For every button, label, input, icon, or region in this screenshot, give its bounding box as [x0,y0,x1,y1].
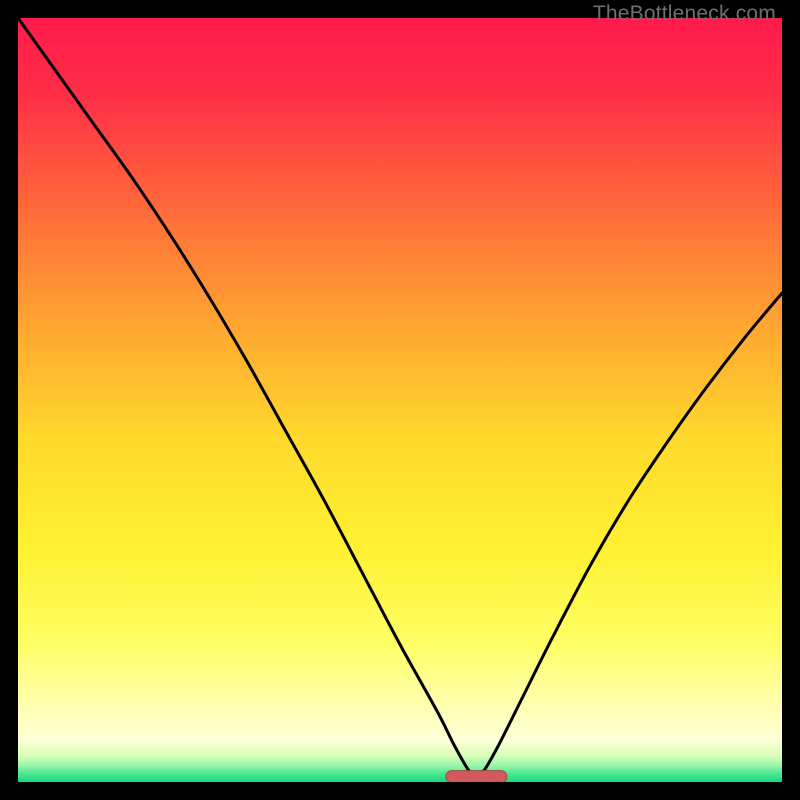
watermark-text: TheBottleneck.com [593,2,776,26]
bottleneck-chart-svg [18,18,782,782]
chart-frame [18,18,782,782]
gradient-background [18,18,782,782]
optimal-point-marker [446,771,507,782]
